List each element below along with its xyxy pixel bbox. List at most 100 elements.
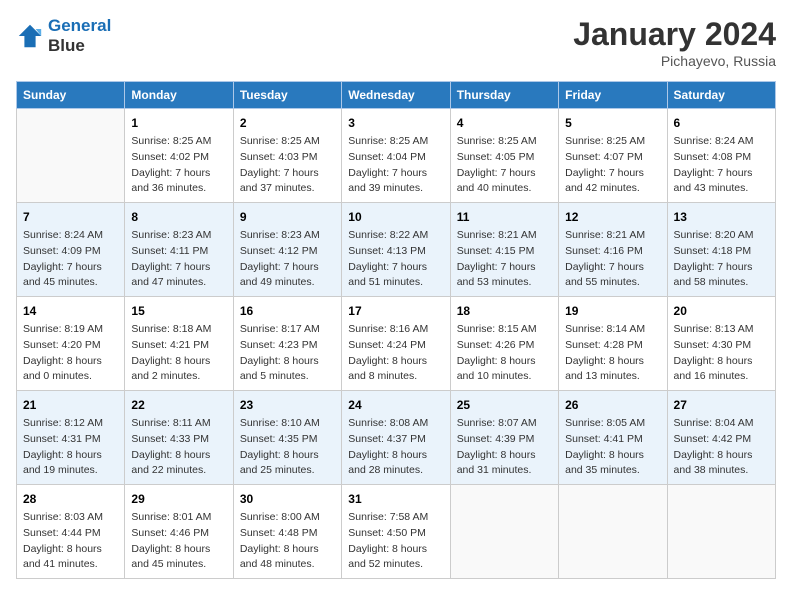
- day-cell: 12Sunrise: 8:21 AMSunset: 4:16 PMDayligh…: [559, 203, 667, 297]
- day-info: Sunrise: 8:18 AMSunset: 4:21 PMDaylight:…: [131, 322, 226, 385]
- day-cell: 1 Sunrise: 8:25 AMSunset: 4:02 PMDaylight…: [125, 109, 233, 203]
- day-info: Sunrise: 8:08 AMSunset: 4:37 PMDaylight:…: [348, 416, 443, 479]
- day-number: 11: [457, 208, 552, 226]
- day-cell: 2 Sunrise: 8:25 AMSunset: 4:03 PMDaylight…: [233, 109, 341, 203]
- day-info: Sunrise: 8:04 AMSunset: 4:42 PMDaylight:…: [674, 416, 769, 479]
- week-row-1: 1 Sunrise: 8:25 AMSunset: 4:02 PMDaylight…: [17, 109, 776, 203]
- page-header: General Blue January 2024 Pichayevo, Rus…: [16, 16, 776, 69]
- day-number: 13: [674, 208, 769, 226]
- day-info: Sunrise: 8:00 AMSunset: 4:48 PMDaylight:…: [240, 510, 335, 573]
- day-info: Sunrise: 8:24 AMSunset: 4:09 PMDaylight:…: [23, 228, 118, 291]
- location: Pichayevo, Russia: [573, 53, 776, 69]
- day-info: Sunrise: 8:13 AMSunset: 4:30 PMDaylight:…: [674, 322, 769, 385]
- day-cell: 22 Sunrise: 8:11 AMSunset: 4:33 PMDayligh…: [125, 391, 233, 485]
- day-info: Sunrise: 8:23 AMSunset: 4:11 PMDaylight:…: [131, 228, 226, 291]
- day-info: Sunrise: 8:01 AMSunset: 4:46 PMDaylight:…: [131, 510, 226, 573]
- day-number: 5: [565, 114, 660, 132]
- day-cell: 16 Sunrise: 8:17 AMSunset: 4:23 PMDayligh…: [233, 297, 341, 391]
- day-cell: 7 Sunrise: 8:24 AMSunset: 4:09 PMDaylight…: [17, 203, 125, 297]
- day-cell: 26Sunrise: 8:05 AMSunset: 4:41 PMDayligh…: [559, 391, 667, 485]
- day-cell: 4 Sunrise: 8:25 AMSunset: 4:05 PMDaylight…: [450, 109, 558, 203]
- day-cell: 18 Sunrise: 8:15 AMSunset: 4:26 PMDayligh…: [450, 297, 558, 391]
- day-cell: [559, 485, 667, 579]
- title-block: January 2024 Pichayevo, Russia: [573, 16, 776, 69]
- day-cell: 19 Sunrise: 8:14 AMSunset: 4:28 PMDayligh…: [559, 297, 667, 391]
- day-cell: 28 Sunrise: 8:03 AMSunset: 4:44 PMDayligh…: [17, 485, 125, 579]
- day-info: Sunrise: 8:14 AMSunset: 4:28 PMDaylight:…: [565, 322, 660, 385]
- column-header-thursday: Thursday: [450, 82, 558, 109]
- logo-icon: [16, 22, 44, 50]
- day-number: 10: [348, 208, 443, 226]
- day-cell: 13 Sunrise: 8:20 AMSunset: 4:18 PMDayligh…: [667, 203, 775, 297]
- day-info: Sunrise: 8:15 AMSunset: 4:26 PMDaylight:…: [457, 322, 552, 385]
- day-cell: 20 Sunrise: 8:13 AMSunset: 4:30 PMDayligh…: [667, 297, 775, 391]
- day-number: 29: [131, 490, 226, 508]
- day-number: 18: [457, 302, 552, 320]
- day-cell: 21Sunrise: 8:12 AMSunset: 4:31 PMDayligh…: [17, 391, 125, 485]
- column-header-saturday: Saturday: [667, 82, 775, 109]
- day-info: Sunrise: 8:25 AMSunset: 4:03 PMDaylight:…: [240, 134, 335, 197]
- day-number: 28: [23, 490, 118, 508]
- day-cell: 30 Sunrise: 8:00 AMSunset: 4:48 PMDayligh…: [233, 485, 341, 579]
- day-cell: 25Sunrise: 8:07 AMSunset: 4:39 PMDayligh…: [450, 391, 558, 485]
- day-info: Sunrise: 8:11 AMSunset: 4:33 PMDaylight:…: [131, 416, 226, 479]
- column-header-friday: Friday: [559, 82, 667, 109]
- logo-text: General Blue: [48, 16, 111, 56]
- day-number: 19: [565, 302, 660, 320]
- week-row-5: 28 Sunrise: 8:03 AMSunset: 4:44 PMDayligh…: [17, 485, 776, 579]
- day-number: 21: [23, 396, 118, 414]
- day-info: Sunrise: 8:19 AMSunset: 4:20 PMDaylight:…: [23, 322, 118, 385]
- column-header-wednesday: Wednesday: [342, 82, 450, 109]
- day-number: 23: [240, 396, 335, 414]
- day-cell: 31 Sunrise: 7:58 AMSunset: 4:50 PMDayligh…: [342, 485, 450, 579]
- day-cell: 6 Sunrise: 8:24 AMSunset: 4:08 PMDaylight…: [667, 109, 775, 203]
- day-info: Sunrise: 8:22 AMSunset: 4:13 PMDaylight:…: [348, 228, 443, 291]
- day-number: 20: [674, 302, 769, 320]
- week-row-4: 21Sunrise: 8:12 AMSunset: 4:31 PMDayligh…: [17, 391, 776, 485]
- calendar-table: SundayMondayTuesdayWednesdayThursdayFrid…: [16, 81, 776, 579]
- day-cell: 5 Sunrise: 8:25 AMSunset: 4:07 PMDaylight…: [559, 109, 667, 203]
- day-cell: 8Sunrise: 8:23 AMSunset: 4:11 PMDaylight…: [125, 203, 233, 297]
- day-number: 27: [674, 396, 769, 414]
- day-number: 2: [240, 114, 335, 132]
- day-cell: 10 Sunrise: 8:22 AMSunset: 4:13 PMDayligh…: [342, 203, 450, 297]
- day-info: Sunrise: 8:21 AMSunset: 4:16 PMDaylight:…: [565, 228, 660, 291]
- day-cell: 29 Sunrise: 8:01 AMSunset: 4:46 PMDayligh…: [125, 485, 233, 579]
- day-number: 3: [348, 114, 443, 132]
- day-number: 16: [240, 302, 335, 320]
- day-cell: [450, 485, 558, 579]
- day-info: Sunrise: 8:25 AMSunset: 4:04 PMDaylight:…: [348, 134, 443, 197]
- day-number: 4: [457, 114, 552, 132]
- day-info: Sunrise: 8:21 AMSunset: 4:15 PMDaylight:…: [457, 228, 552, 291]
- day-cell: 23 Sunrise: 8:10 AMSunset: 4:35 PMDayligh…: [233, 391, 341, 485]
- day-cell: 15Sunrise: 8:18 AMSunset: 4:21 PMDayligh…: [125, 297, 233, 391]
- day-info: Sunrise: 8:03 AMSunset: 4:44 PMDaylight:…: [23, 510, 118, 573]
- day-number: 30: [240, 490, 335, 508]
- column-header-tuesday: Tuesday: [233, 82, 341, 109]
- day-number: 6: [674, 114, 769, 132]
- day-info: Sunrise: 8:24 AMSunset: 4:08 PMDaylight:…: [674, 134, 769, 197]
- week-row-2: 7 Sunrise: 8:24 AMSunset: 4:09 PMDaylight…: [17, 203, 776, 297]
- day-info: Sunrise: 8:17 AMSunset: 4:23 PMDaylight:…: [240, 322, 335, 385]
- week-row-3: 14 Sunrise: 8:19 AMSunset: 4:20 PMDayligh…: [17, 297, 776, 391]
- day-info: Sunrise: 8:25 AMSunset: 4:07 PMDaylight:…: [565, 134, 660, 197]
- day-info: Sunrise: 8:23 AMSunset: 4:12 PMDaylight:…: [240, 228, 335, 291]
- day-info: Sunrise: 8:25 AMSunset: 4:05 PMDaylight:…: [457, 134, 552, 197]
- day-cell: 14 Sunrise: 8:19 AMSunset: 4:20 PMDayligh…: [17, 297, 125, 391]
- day-cell: 27 Sunrise: 8:04 AMSunset: 4:42 PMDayligh…: [667, 391, 775, 485]
- day-number: 22: [131, 396, 226, 414]
- day-info: Sunrise: 7:58 AMSunset: 4:50 PMDaylight:…: [348, 510, 443, 573]
- calendar-header: SundayMondayTuesdayWednesdayThursdayFrid…: [17, 82, 776, 109]
- day-cell: 11 Sunrise: 8:21 AMSunset: 4:15 PMDayligh…: [450, 203, 558, 297]
- day-number: 9: [240, 208, 335, 226]
- day-number: 31: [348, 490, 443, 508]
- day-info: Sunrise: 8:07 AMSunset: 4:39 PMDaylight:…: [457, 416, 552, 479]
- day-number: 7: [23, 208, 118, 226]
- day-number: 14: [23, 302, 118, 320]
- column-header-monday: Monday: [125, 82, 233, 109]
- day-info: Sunrise: 8:20 AMSunset: 4:18 PMDaylight:…: [674, 228, 769, 291]
- day-info: Sunrise: 8:16 AMSunset: 4:24 PMDaylight:…: [348, 322, 443, 385]
- day-info: Sunrise: 8:10 AMSunset: 4:35 PMDaylight:…: [240, 416, 335, 479]
- day-info: Sunrise: 8:25 AMSunset: 4:02 PMDaylight:…: [131, 134, 226, 197]
- day-number: 1: [131, 114, 226, 132]
